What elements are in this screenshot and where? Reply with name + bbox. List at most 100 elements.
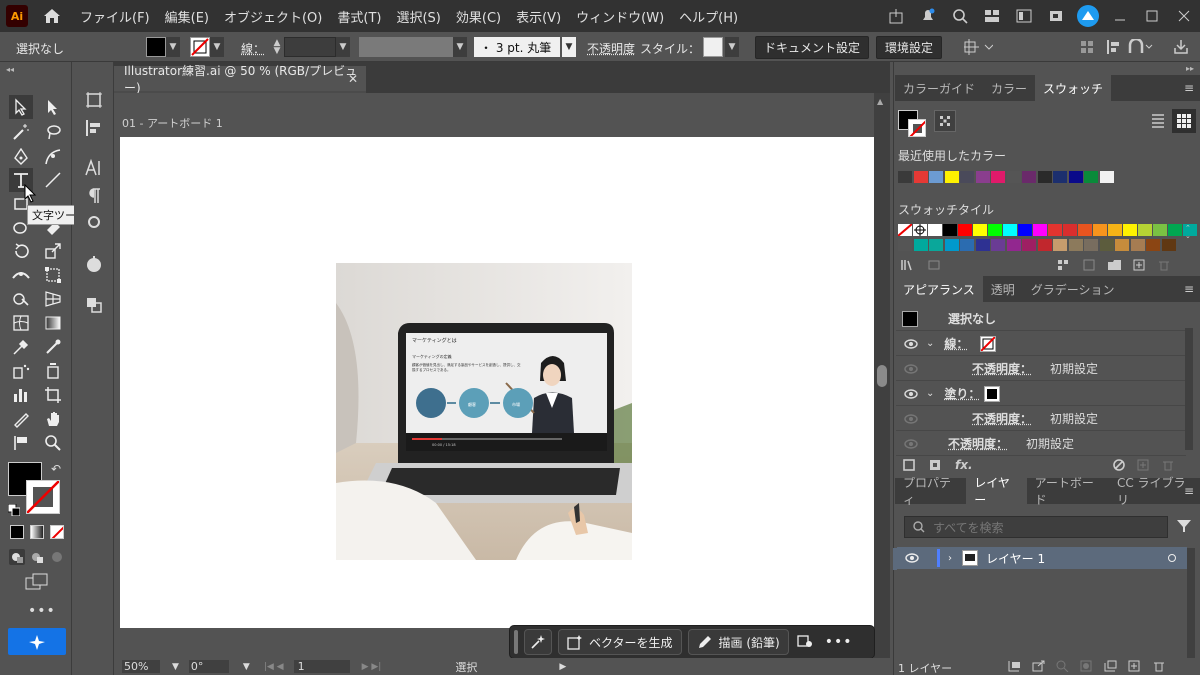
swatch-tile[interactable] <box>1130 239 1145 251</box>
delete-item-icon[interactable] <box>1161 459 1175 471</box>
tab-swatches[interactable]: スウォッチ <box>1035 75 1112 101</box>
placed-photo[interactable]: マーケティングとは マーケティングの定義 顧客が価値を見出し、満足する製品やサー… <box>336 263 632 560</box>
panel-menu-icon[interactable]: ≡ <box>1184 484 1194 498</box>
direct-selection-tool-icon[interactable] <box>41 95 65 119</box>
artboard-number[interactable]: 1 <box>293 660 350 673</box>
swatch-tile[interactable] <box>1108 224 1122 236</box>
menu-item-5[interactable]: 効果(C) <box>456 7 501 26</box>
puppet-warp-icon[interactable] <box>1128 37 1154 58</box>
recent-swatch[interactable] <box>929 171 943 183</box>
appearance-stroke-opacity-row[interactable]: 不透明度： 初期設定 <box>896 357 1186 381</box>
menu-item-0[interactable]: ファイル(F) <box>80 7 150 26</box>
scroll-up-icon[interactable]: ▲ <box>877 97 883 106</box>
transform-icon[interactable] <box>963 38 994 59</box>
character-panel-icon[interactable] <box>84 158 104 181</box>
menu-item-4[interactable]: 選択(S) <box>396 7 440 26</box>
swatch-tile[interactable] <box>1068 239 1083 251</box>
swatch-kind-icon[interactable] <box>1057 259 1071 271</box>
stroke-weight-stepper[interactable]: ▲ ▼ ▼ <box>270 37 350 57</box>
duplicate-item-icon[interactable] <box>1137 459 1151 471</box>
swatch-stroke-box[interactable] <box>908 119 926 137</box>
stroke-color-control[interactable]: ▼ <box>190 37 224 57</box>
scroll-thumb[interactable] <box>877 365 887 387</box>
share-icon[interactable] <box>880 8 912 24</box>
overall-opacity-label[interactable]: 不透明度： <box>948 435 1008 452</box>
rotation-angle[interactable]: 0° <box>188 660 229 673</box>
paragraph-panel-icon[interactable] <box>84 186 104 209</box>
pathfinder-panel-icon[interactable] <box>84 255 104 278</box>
print-tiling-tool-icon[interactable] <box>9 431 33 455</box>
artboard-tool-icon[interactable] <box>41 383 65 407</box>
stroke-color-box[interactable] <box>26 480 60 514</box>
swatch-tile[interactable] <box>1168 224 1182 236</box>
swatch-tile[interactable] <box>929 239 943 251</box>
brush-definition[interactable]: ・ 3 pt. 丸筆 <box>474 37 560 57</box>
swatch-tile[interactable] <box>1053 239 1067 251</box>
swatch-tile[interactable] <box>898 239 912 251</box>
clear-appearance-icon[interactable] <box>1112 459 1127 471</box>
generate-vector-button[interactable]: ベクターを生成 <box>558 629 682 655</box>
creative-cloud-icon[interactable] <box>1072 4 1104 28</box>
chevron-down-icon[interactable]: ⌄ <box>926 388 934 399</box>
width-tool-icon[interactable] <box>9 263 33 287</box>
eye-icon[interactable] <box>902 413 920 424</box>
scale-tool-icon[interactable] <box>41 239 65 263</box>
stroke-opacity-label[interactable]: 不透明度： <box>972 360 1032 377</box>
swap-colors-icon[interactable]: ↶ <box>51 462 61 476</box>
stroke-label[interactable]: 線： <box>241 40 265 57</box>
stroke-none-swatch[interactable] <box>980 335 997 352</box>
swatch-tile[interactable] <box>1018 224 1032 236</box>
place-swatch-icon[interactable] <box>927 259 943 271</box>
stroke-attribute-label[interactable]: 線： <box>944 335 968 352</box>
swatch-tile[interactable] <box>1123 224 1137 236</box>
swatch-tile[interactable] <box>1138 224 1152 236</box>
tab-artboards[interactable]: アートボード <box>1027 476 1109 507</box>
draw-normal-icon[interactable] <box>9 549 25 565</box>
curvature-tool-icon[interactable] <box>41 145 65 169</box>
screen-mode-icon[interactable] <box>25 573 49 594</box>
stroke-none-swatch[interactable] <box>190 37 210 57</box>
menu-item-8[interactable]: ヘルプ(H) <box>679 7 738 26</box>
menu-item-2[interactable]: オブジェクト(O) <box>224 7 322 26</box>
recent-swatch[interactable] <box>1022 171 1036 183</box>
swatch-none[interactable] <box>898 224 912 236</box>
slice-tool-icon[interactable] <box>9 407 33 431</box>
panel-menu-icon[interactable]: ≡ <box>1184 81 1194 95</box>
recent-swatch[interactable] <box>1099 171 1114 183</box>
rotate-tool-icon[interactable] <box>9 239 33 263</box>
opacity-label[interactable]: 不透明度 <box>587 40 635 57</box>
mesh-tool-icon[interactable] <box>9 311 33 335</box>
lasso-tool-icon[interactable] <box>41 120 65 144</box>
appearance-scrollbar[interactable] <box>1185 328 1193 450</box>
chevron-down-icon[interactable]: ▼ <box>172 662 179 672</box>
swatch-tile[interactable] <box>944 239 959 251</box>
swatch-tile[interactable] <box>1084 239 1098 251</box>
recent-swatch[interactable] <box>1006 171 1021 183</box>
swatch-tile[interactable] <box>988 224 1002 236</box>
blend-tool-icon[interactable] <box>41 335 65 359</box>
swatch-tile[interactable] <box>1153 224 1167 236</box>
align-panel-icon[interactable] <box>84 118 104 141</box>
add-new-stroke-icon[interactable] <box>903 459 917 471</box>
swatch-tile[interactable] <box>1003 224 1017 236</box>
swatch-tile[interactable] <box>943 224 957 236</box>
tab-color[interactable]: カラー <box>983 75 1035 101</box>
swatch-tile[interactable] <box>975 239 990 251</box>
pen-tool-icon[interactable] <box>9 145 33 169</box>
swatch-tile[interactable] <box>1093 224 1107 236</box>
swatch-tile[interactable] <box>1033 224 1047 236</box>
appearance-fill-opacity-row[interactable]: 不透明度： 初期設定 <box>896 407 1186 431</box>
eye-icon[interactable] <box>902 438 920 449</box>
magic-wand-tool-icon[interactable] <box>9 120 33 144</box>
new-sublayer-icon[interactable] <box>1104 660 1118 672</box>
swatch-tile[interactable] <box>1099 239 1114 251</box>
zoom-level[interactable]: 50% <box>122 660 160 673</box>
new-color-group-icon[interactable] <box>1107 259 1123 271</box>
eye-icon[interactable] <box>903 553 921 563</box>
collect-export-icon[interactable] <box>1008 660 1022 672</box>
tab-transparency[interactable]: 透明 <box>983 276 1023 302</box>
generative-ai-button[interactable] <box>8 628 66 655</box>
list-view-icon[interactable] <box>1150 112 1166 131</box>
artboards-panel-icon[interactable] <box>84 90 104 113</box>
swatch-tile[interactable] <box>1146 239 1160 251</box>
